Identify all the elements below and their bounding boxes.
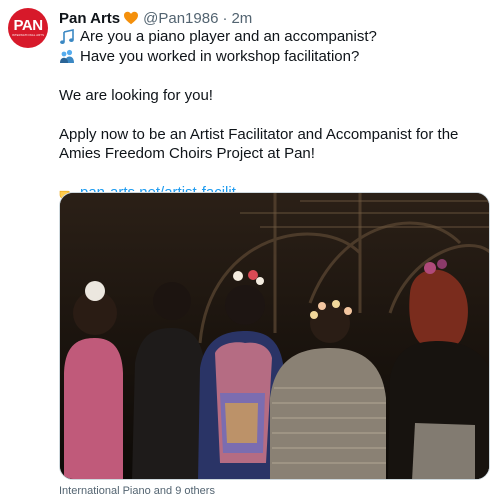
avatar[interactable]: PAN INTERNATIONAL ARTS [8, 8, 48, 48]
timestamp[interactable]: 2m [231, 10, 252, 27]
author-name[interactable]: Pan Arts [59, 10, 120, 27]
avatar-logo-subtext: INTERNATIONAL ARTS [11, 33, 45, 37]
tagged-users[interactable]: International Piano and 9 others [59, 485, 215, 497]
tweet-text: Are you a piano player and an accompanis… [59, 27, 489, 203]
tweet[interactable]: PAN INTERNATIONAL ARTS Pan Arts @Pan1986… [0, 0, 500, 500]
tweet-line-1-text: Are you a piano player and an accompanis… [80, 28, 377, 45]
separator-dot: · [222, 9, 228, 27]
tweet-line-2: Have you worked in workshop facilitation… [59, 47, 489, 67]
orange-heart-icon [123, 10, 139, 26]
tweet-header: Pan Arts @Pan1986 · 2m [59, 8, 252, 28]
people-icon [59, 48, 75, 64]
tweet-photo[interactable] [59, 192, 490, 480]
author-handle[interactable]: @Pan1986 [143, 10, 218, 27]
tweet-line-1: Are you a piano player and an accompanis… [59, 27, 489, 47]
tweet-paragraph-1: We are looking for you! [59, 86, 213, 104]
tweet-paragraph-2: Apply now to be an Artist Facilitator an… [59, 125, 459, 163]
tweet-line-2-text: Have you worked in workshop facilitation… [80, 47, 360, 65]
avatar-logo-text: PAN [13, 17, 43, 34]
choir-photo-illustration [60, 193, 489, 479]
music-notes-icon [59, 28, 75, 45]
